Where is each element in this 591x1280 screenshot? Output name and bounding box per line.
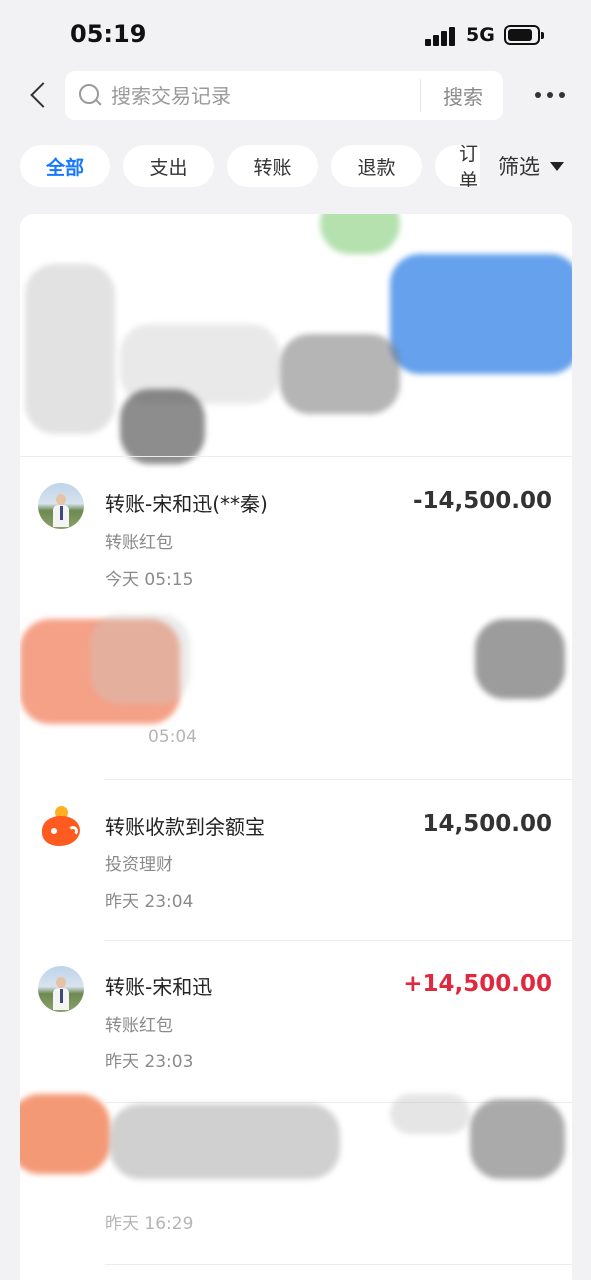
tab-all[interactable]: 全部: [20, 145, 110, 187]
redaction-mark: [25, 264, 115, 434]
redaction-mark: [120, 389, 205, 464]
transaction-time: 昨天 23:04: [105, 892, 194, 912]
avatar: [38, 966, 84, 1012]
divider: [20, 456, 572, 457]
tab-refund[interactable]: 退款: [331, 145, 422, 187]
redaction-mark: [280, 334, 400, 414]
signal-icon: [425, 26, 457, 46]
more-options-icon[interactable]: [532, 85, 568, 105]
redaction-mark: [390, 254, 572, 374]
transaction-time: 今天 05:15: [105, 570, 194, 590]
status-time: 05:19: [70, 20, 147, 48]
transaction-time: 昨天 16:29: [105, 1214, 194, 1234]
transaction-title: 转账-宋和迅: [105, 975, 213, 999]
redaction-mark: [90, 614, 190, 704]
divider: [105, 940, 572, 941]
network-label: 5G: [466, 24, 495, 46]
search-input[interactable]: [111, 79, 411, 113]
tab-transfer[interactable]: 转账: [227, 145, 318, 187]
search-divider: [420, 79, 421, 112]
redaction-mark: [20, 1094, 110, 1174]
transaction-list: 转账-宋和迅(**秦) 转账红包 今天 05:15 -14,500.00 05:…: [20, 214, 572, 1280]
redaction-mark: [475, 619, 565, 699]
tab-expense[interactable]: 支出: [123, 145, 214, 187]
search-button[interactable]: 搜索: [423, 71, 503, 120]
redaction-mark: [470, 1099, 565, 1179]
filter-button[interactable]: 筛选: [480, 145, 591, 187]
redaction-mark: [320, 214, 400, 254]
search-icon: [79, 84, 101, 106]
redaction-mark: [110, 1104, 340, 1179]
transaction-category: 转账红包: [105, 1016, 173, 1036]
transaction-title: 转账收款到余额宝: [105, 815, 265, 839]
transaction-time: 昨天 23:03: [105, 1052, 194, 1072]
redaction-mark: [390, 1094, 470, 1134]
search-box[interactable]: 搜索: [65, 71, 503, 120]
battery-icon: [504, 25, 544, 45]
divider: [105, 779, 572, 780]
transaction-amount: -14,500.00: [412, 488, 552, 514]
transaction-category: 投资理财: [105, 855, 173, 875]
back-button[interactable]: [22, 78, 58, 114]
transaction-amount: 14,500.00: [422, 811, 553, 837]
transaction-amount: +14,500.00: [403, 971, 552, 997]
status-bar: 05:19 5G: [0, 0, 591, 70]
transaction-category: 转账红包: [105, 533, 173, 553]
yuebao-icon: [40, 806, 84, 850]
filter-label: 筛选: [498, 155, 540, 179]
avatar: [38, 483, 84, 529]
transaction-title: 转账-宋和迅(**秦): [105, 492, 268, 516]
caret-down-icon: [550, 161, 564, 171]
transaction-time: 05:04: [148, 727, 197, 747]
divider: [105, 1264, 572, 1265]
